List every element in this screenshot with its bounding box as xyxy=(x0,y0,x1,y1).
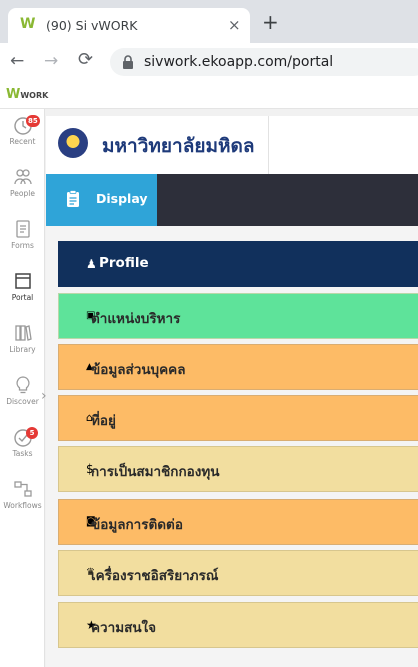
vwork-logo[interactable]: WWORK xyxy=(6,87,48,102)
new-tab-button[interactable]: + xyxy=(262,12,279,32)
sidebar-item-label: Workflows xyxy=(3,501,42,510)
menu-item-interests[interactable]: ★ ความสนใจ xyxy=(58,602,418,648)
sidebar-item-forms[interactable]: Forms xyxy=(0,219,45,271)
portal-icon xyxy=(14,273,31,289)
document-icon xyxy=(67,190,79,207)
menu-item-label: ข้อมูลการติดต่อ xyxy=(91,517,183,533)
browser-toolbar: ← → ⟳ sivwork.ekoapp.com/portal xyxy=(0,43,418,81)
menu-item-label: เครื่องราชอิสริยาภรณ์ xyxy=(91,568,219,584)
app-sidebar: 85 Recent People Forms Portal Library Di… xyxy=(0,109,47,667)
sidebar-item-workflows[interactable]: Workflows xyxy=(0,479,45,531)
university-header: มหาวิทยาลัยมหิดล xyxy=(46,116,418,174)
app-brand-strip: WWORK xyxy=(0,81,418,109)
menu-item-label: ข้อมูลส่วนบุคคล xyxy=(91,362,186,378)
menu-item-label: การเป็นสมาชิกกองทุน xyxy=(91,464,220,480)
sidebar-item-label: Library xyxy=(9,345,36,354)
back-arrow-icon[interactable]: ← xyxy=(10,51,24,71)
tab-title: (90) Si vWORK xyxy=(46,18,138,33)
menu-item-royal-decorations[interactable]: ♛ เครื่องราชอิสริยาภรณ์ xyxy=(58,550,418,596)
menu-item-label: ความสนใจ xyxy=(91,620,157,636)
menu-item-label: ตำแหน่งบริหาร xyxy=(91,311,181,327)
university-name: มหาวิทยาลัยมหิดล xyxy=(102,135,255,157)
lightbulb-icon xyxy=(15,376,30,394)
sidebar-item-library[interactable]: Library xyxy=(0,323,45,375)
user-icon: ♟ xyxy=(86,257,97,271)
menu-item-contact-info[interactable]: ◙ ข้อมูลการติดต่อ xyxy=(58,499,418,545)
sidebar-item-recent[interactable]: 85 Recent xyxy=(0,115,45,167)
menu-item-fund-membership[interactable]: $ การเป็นสมาชิกกองทุน xyxy=(58,446,418,492)
menu-item-profile[interactable]: ♟ Profile xyxy=(58,241,418,287)
sidebar-item-label: Forms xyxy=(11,241,34,250)
people-icon xyxy=(13,169,32,185)
sidebar-item-portal[interactable]: Portal xyxy=(0,271,45,323)
header-divider xyxy=(268,116,269,174)
sidebar-item-label: Tasks xyxy=(12,449,33,458)
lock-icon xyxy=(123,55,133,69)
menu-item-label: ที่อยู่ xyxy=(91,413,116,429)
display-button[interactable]: Display xyxy=(46,174,157,226)
tasks-badge: 5 xyxy=(26,427,38,439)
vwork-favicon-icon: W xyxy=(20,16,36,32)
menu-item-address[interactable]: ⌂ ที่อยู่ xyxy=(58,395,418,441)
content-panel: ♟ Profile ▣ ตำแหน่งบริหาร ▲ ข้อมูลส่วนบุ… xyxy=(46,226,418,667)
display-bar: Display xyxy=(46,174,418,226)
reload-icon[interactable]: ⟳ xyxy=(78,49,93,70)
forward-arrow-icon[interactable]: → xyxy=(44,51,58,71)
menu-item-executive-position[interactable]: ▣ ตำแหน่งบริหาร xyxy=(58,293,418,339)
browser-tab[interactable]: W (90) Si vWORK × xyxy=(8,8,250,43)
menu-item-label: Profile xyxy=(99,255,149,271)
workflow-icon xyxy=(13,481,32,497)
menu-item-personal-info[interactable]: ▲ ข้อมูลส่วนบุคคล xyxy=(58,344,418,390)
sidebar-item-label: Portal xyxy=(11,293,34,302)
tab-close-icon[interactable]: × xyxy=(228,16,241,34)
display-label: Display xyxy=(96,191,148,206)
sidebar-item-tasks[interactable]: 5 Tasks xyxy=(0,427,45,479)
university-seal-logo xyxy=(58,128,88,158)
url-text: sivwork.ekoapp.com/portal xyxy=(144,54,334,70)
sidebar-item-label: Recent xyxy=(9,137,36,146)
form-icon xyxy=(15,220,30,238)
address-bar[interactable]: sivwork.ekoapp.com/portal xyxy=(110,48,418,76)
recent-badge: 85 xyxy=(26,115,40,127)
sidebar-item-people[interactable]: People xyxy=(0,167,45,219)
browser-tab-strip: W (90) Si vWORK × + xyxy=(0,0,418,43)
sidebar-item-label: Discover xyxy=(6,397,39,406)
library-icon xyxy=(14,325,32,341)
sidebar-item-discover[interactable]: Discover xyxy=(0,375,45,427)
sidebar-item-label: People xyxy=(10,189,35,198)
